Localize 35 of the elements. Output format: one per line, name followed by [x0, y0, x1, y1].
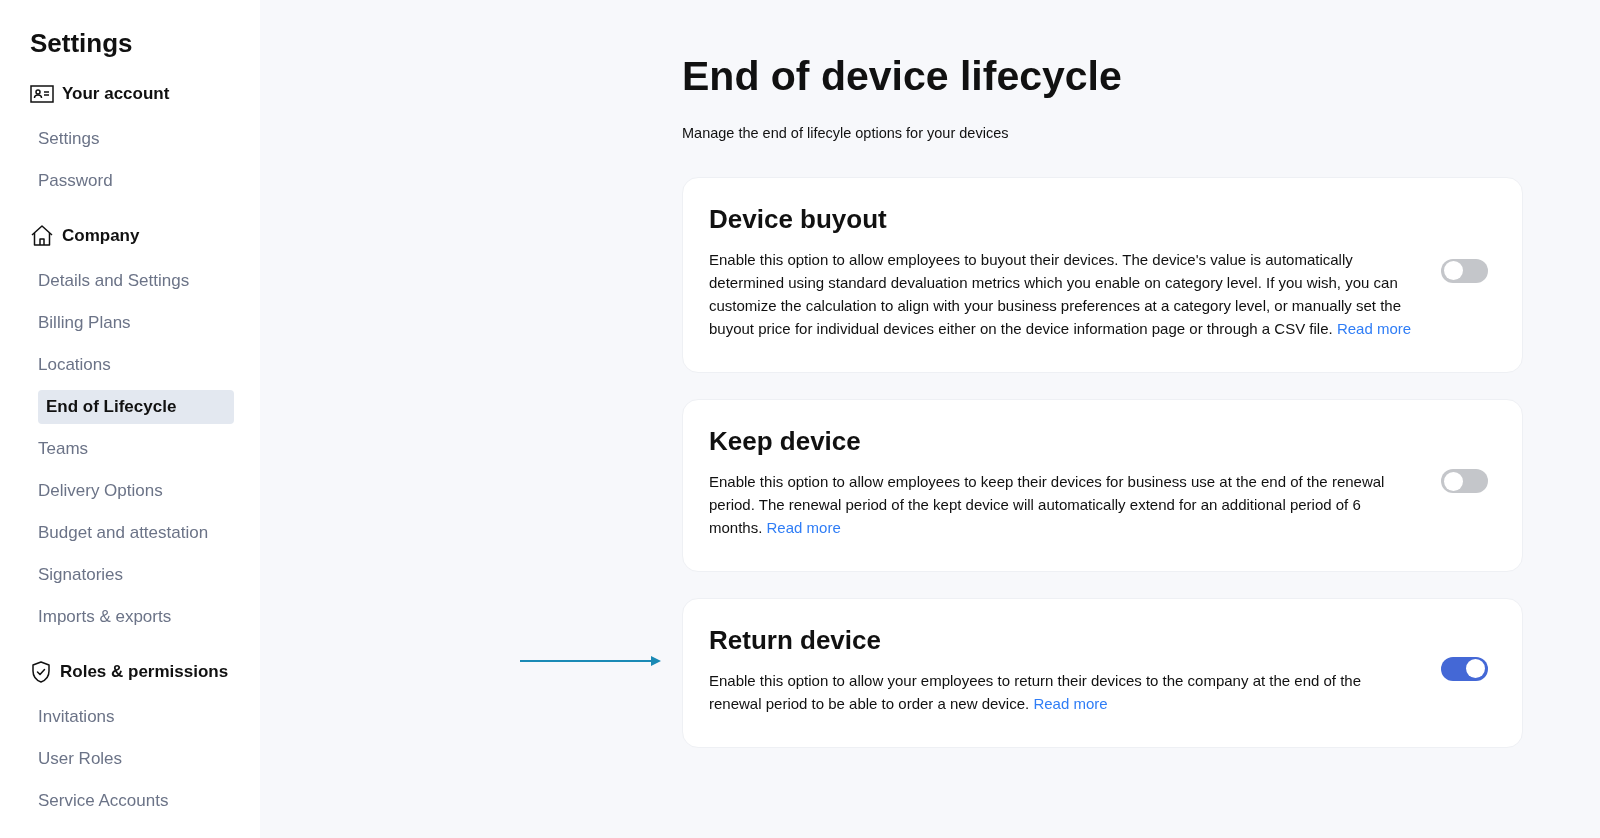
nav-item[interactable]: Service Accounts: [38, 784, 234, 818]
card-title: Return device: [709, 623, 882, 657]
shield-check-icon: [30, 660, 52, 684]
toggle-switch[interactable]: [1441, 656, 1488, 681]
read-more-link[interactable]: Read more: [1033, 694, 1108, 712]
section-heading: Roles & permissions: [60, 661, 229, 684]
nav-item[interactable]: Password: [38, 164, 234, 198]
card-title: Keep device: [709, 424, 862, 458]
nav-item[interactable]: Imports & exports: [38, 600, 234, 634]
nav-item[interactable]: User Roles: [38, 742, 234, 776]
read-more-link[interactable]: Read more: [766, 518, 841, 536]
home-icon: [30, 224, 54, 248]
id-card-icon: [30, 84, 54, 104]
nav-item[interactable]: Billing Plans: [38, 306, 234, 340]
nav-item[interactable]: Budget and attestation: [38, 516, 234, 550]
page-title: End of device lifecycle: [682, 52, 1123, 101]
read-more-link[interactable]: Read more: [1336, 319, 1412, 337]
nav-item[interactable]: Signatories: [38, 558, 234, 592]
toggle-switch[interactable]: [1441, 258, 1488, 283]
nav-item[interactable]: Settings: [38, 122, 234, 156]
page-subtitle: Manage the end of lifecyle options for your devices: [682, 124, 1010, 143]
nav-item[interactable]: Invitations: [38, 700, 234, 734]
card-description: Enable this option to allow your employees to return their devices to the company at the end of the renewal period to be able to order a new device. Read more: [709, 670, 1363, 714]
sidebar-title: Settings: [30, 27, 134, 60]
nav-item[interactable]: Teams: [38, 432, 234, 466]
nav-item[interactable]: Details and Settings: [38, 264, 234, 298]
card-description: Enable this option to allow employees to keep their devices for business use at the end of the renewal period. The renewal period of the kept device will automatically extend for an additional period of 6 months. Read more: [709, 471, 1386, 538]
toggle-switch[interactable]: [1441, 469, 1488, 494]
card-description: Enable this option to allow employees to buyout their devices. The device's value is automatically determined using standard devaluation metrics which you enable on category level. If you wish, you can customize the calculation to align with your business preferences at a category level, or manually set the buyout price for individual devices either on the device information page or through a CSV file. Read more: [709, 249, 1413, 339]
nav-item[interactable]: Locations: [38, 348, 234, 382]
section-heading: Company: [62, 225, 140, 248]
card-title: Device buyout: [709, 202, 888, 236]
section-heading: Your account: [62, 83, 170, 106]
nav-item[interactable]: End of Lifecycle: [38, 390, 234, 424]
nav-item[interactable]: Delivery Options: [38, 474, 234, 508]
